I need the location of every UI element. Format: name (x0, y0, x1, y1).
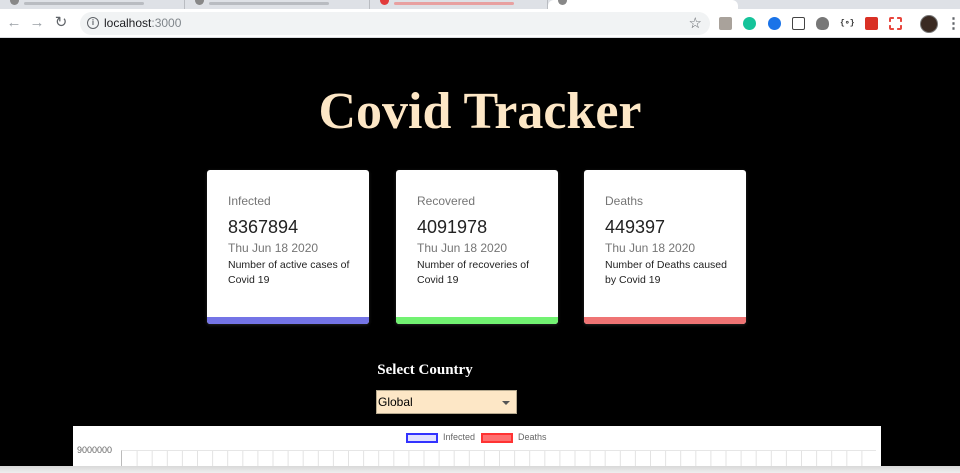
pocket-icon[interactable] (792, 17, 805, 30)
card-value: 4091978 (417, 217, 488, 237)
github-icon (195, 0, 204, 5)
pdf-extension-icon[interactable] (719, 17, 732, 30)
legend-label: Infected (443, 432, 476, 442)
card-date: Thu Jun 18 2020 (605, 241, 696, 255)
browser-tab[interactable] (185, 0, 370, 9)
legend-item-deaths[interactable]: Deaths (481, 431, 547, 443)
tab-favicon-icon (380, 0, 389, 5)
avatar[interactable] (920, 15, 938, 33)
card-date: Thu Jun 18 2020 (417, 241, 508, 255)
grammarly-icon[interactable] (743, 17, 756, 30)
bug-icon[interactable] (816, 17, 829, 30)
tab-strip (0, 0, 960, 9)
browser-tab[interactable] (370, 0, 548, 9)
legend-label: Deaths (518, 432, 547, 442)
browser-tab-active[interactable] (548, 0, 738, 9)
url-text[interactable]: localhost:3000 (104, 16, 181, 31)
tab-favicon-icon (558, 0, 567, 5)
legend-swatch (481, 432, 513, 443)
card-description: Number of active cases of Covid 19 (228, 259, 350, 286)
json-viewer-icon[interactable]: {∘} (840, 17, 856, 30)
address-bar[interactable]: i localhost:3000 ☆ (80, 12, 710, 35)
legend-item-infected[interactable]: Infected (406, 431, 475, 443)
card-description: Number of Deaths caused by Covid 19 (605, 259, 727, 286)
card-label: Recovered (417, 194, 476, 208)
page-title: Covid Tracker (318, 83, 642, 140)
card-accent-stripe (584, 317, 746, 324)
card-accent-stripe (207, 317, 369, 324)
info-icon[interactable]: i (87, 17, 99, 29)
chevron-down-icon[interactable] (502, 401, 510, 405)
card-date: Thu Jun 18 2020 (228, 241, 319, 255)
card-value: 8367894 (228, 217, 299, 237)
browser-toolbar: ← → ↻ i localhost:3000 ☆ {∘} ⋮ (0, 9, 960, 38)
forward-icon[interactable]: → (27, 13, 47, 33)
recovered-card: Recovered 4091978 Thu Jun 18 2020 Number… (396, 170, 558, 324)
country-select[interactable]: Global (376, 390, 517, 414)
back-icon[interactable]: ← (4, 13, 24, 33)
infected-card: Infected 8367894 Thu Jun 18 2020 Number … (207, 170, 369, 324)
window-bottom-edge (0, 466, 960, 473)
extension-icon[interactable] (768, 17, 781, 30)
browser-tab[interactable] (0, 0, 185, 9)
card-description: Number of recoveries of Covid 19 (417, 259, 530, 286)
reload-icon[interactable]: ↻ (51, 13, 71, 33)
card-label: Deaths (605, 194, 644, 208)
legend-swatch (406, 432, 438, 443)
select-country-label: Select Country (377, 362, 473, 378)
card-accent-stripe (396, 317, 558, 324)
tab-favicon-icon (10, 0, 19, 5)
y-tick-label: 9000000 (77, 445, 113, 455)
deaths-card: Deaths 449397 Thu Jun 18 2020 Number of … (584, 170, 746, 324)
bookmark-star-icon[interactable]: ☆ (689, 14, 702, 32)
kebab-menu-icon[interactable]: ⋮ (946, 14, 960, 32)
card-value: 449397 (605, 217, 666, 237)
record-extension-icon[interactable] (865, 17, 878, 30)
country-select-value: Global (378, 395, 413, 409)
screenshot-icon[interactable] (889, 17, 902, 30)
card-label: Infected (228, 194, 271, 208)
